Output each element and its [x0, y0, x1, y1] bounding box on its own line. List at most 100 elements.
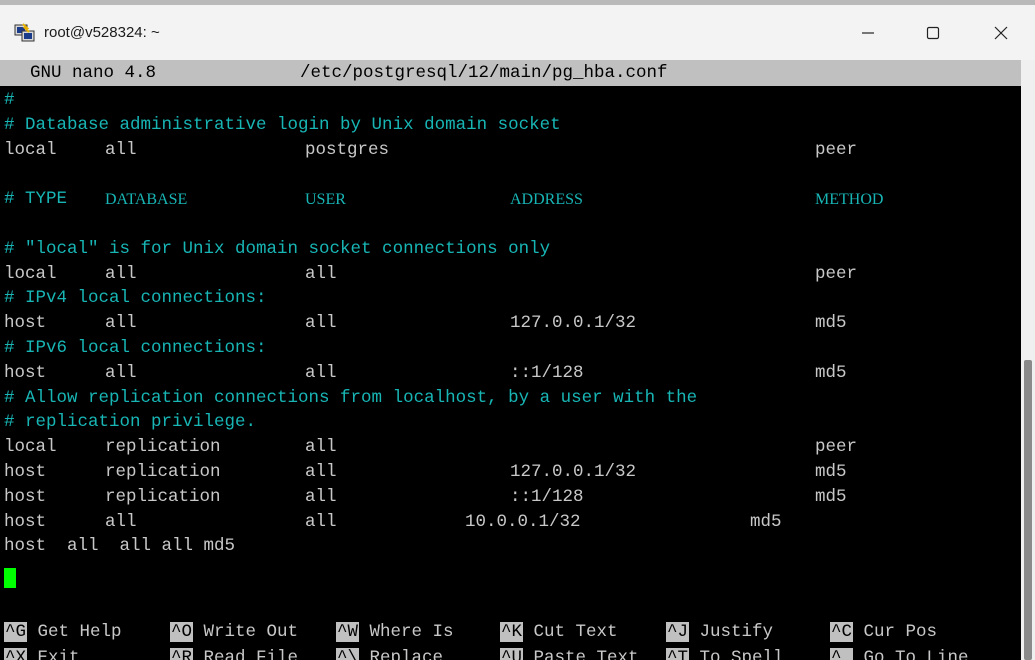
line-field: host: [4, 511, 47, 532]
text-cursor: [4, 568, 16, 588]
shortcut-label: To Spell: [689, 648, 784, 660]
line-field: 127.0.0.1/32: [510, 313, 637, 334]
shortcut-label: Replace: [359, 648, 444, 660]
comment-text: #: [4, 90, 15, 110]
line-field: host: [4, 486, 47, 507]
line-field: host: [4, 462, 47, 482]
shortcut-item[interactable]: ^X Exit: [4, 646, 80, 660]
line-field: ADDRESS: [510, 191, 583, 209]
shortcut-item[interactable]: ^_ Go To Line: [830, 646, 969, 660]
line-field: replication: [105, 486, 221, 507]
file-line: #: [0, 88, 1021, 112]
close-icon: [994, 26, 1008, 40]
file-line: host all all 127.0.0.1/32 md5: [0, 311, 1021, 335]
shortcut-key: ^O: [170, 622, 194, 642]
maximize-button[interactable]: [910, 16, 956, 50]
file-line: local all postgres peer: [0, 138, 1021, 162]
file-line: host all all all md5: [0, 534, 1021, 558]
file-line: # Allow replication connections from loc…: [0, 386, 1021, 410]
shortcut-key: ^X: [4, 648, 28, 660]
shortcut-label: Cut Text: [523, 622, 618, 642]
shortcut-key: ^K: [500, 622, 524, 642]
line-field: all: [305, 511, 337, 532]
file-line: # "local" is for Unix domain socket conn…: [0, 237, 1021, 261]
comment-text: # IPv4 local connections:: [4, 288, 267, 309]
vertical-scrollbar[interactable]: [1021, 60, 1035, 660]
line-field: peer: [815, 437, 858, 458]
line-field: host all all all md5: [4, 536, 236, 557]
file-line: [0, 212, 1021, 236]
shortcut-label: Exit: [27, 648, 80, 660]
line-field: all: [105, 263, 137, 284]
line-field: 127.0.0.1/32: [510, 462, 637, 482]
comment-text: # replication privilege.: [4, 412, 257, 433]
line-field: md5: [815, 462, 847, 482]
line-field: all: [105, 511, 137, 532]
line-field: replication: [105, 437, 221, 458]
line-field: md5: [815, 362, 847, 383]
shortcut-label: Justify: [689, 622, 774, 642]
file-line: local replication all peer: [0, 435, 1021, 459]
shortcut-item[interactable]: ^U Paste Text: [500, 646, 639, 660]
file-line: # Database administrative login by Unix …: [0, 113, 1021, 137]
line-field: all: [105, 313, 137, 334]
line-field: USER: [305, 191, 346, 209]
line-field: ::1/128: [510, 362, 584, 383]
shortcut-label: Read File: [193, 648, 299, 660]
file-line: # replication privilege.: [0, 410, 1021, 434]
shortcut-item[interactable]: ^K Cut Text: [500, 620, 618, 644]
shortcut-item[interactable]: ^T To Spell: [666, 646, 784, 660]
shortcut-item[interactable]: ^G Get Help: [4, 620, 122, 644]
file-line: host all all 10.0.0.1/32 md5: [0, 510, 1021, 534]
shortcut-label: Get Help: [27, 622, 122, 642]
line-field: local: [4, 437, 57, 458]
file-line: host replication all 127.0.0.1/32 md5: [0, 460, 1021, 484]
line-field: all: [105, 362, 137, 383]
file-line: # TYPE DATABASE USER ADDRESS METHOD: [0, 187, 1021, 211]
shortcut-item[interactable]: ^R Read File: [170, 646, 298, 660]
minimize-button[interactable]: [845, 16, 891, 50]
line-field: all: [105, 139, 137, 160]
shortcut-key: ^C: [830, 622, 854, 642]
shortcut-label: Go To Line: [853, 648, 969, 660]
line-field: DATABASE: [105, 191, 188, 209]
line-field: ::1/128: [510, 486, 584, 507]
line-field: all: [305, 362, 337, 383]
file-line: [0, 162, 1021, 186]
file-line: local all all peer: [0, 262, 1021, 286]
shortcut-key: ^R: [170, 648, 194, 660]
line-field: postgres: [305, 139, 390, 160]
shortcut-label: Where Is: [359, 622, 454, 642]
minimize-icon: [862, 32, 874, 34]
shortcut-item[interactable]: ^W Where Is: [336, 620, 454, 644]
line-field: md5: [815, 486, 847, 507]
file-line: # IPv6 local connections:: [0, 336, 1021, 360]
line-field: all: [305, 313, 337, 334]
shortcut-key: ^G: [4, 622, 28, 642]
scrollbar-thumb[interactable]: [1024, 360, 1032, 660]
nano-header-bar: GNU nano 4.8 /etc/postgresql/12/main/pg_…: [0, 60, 1021, 86]
close-button[interactable]: [978, 16, 1024, 50]
line-field: # TYPE: [4, 189, 68, 210]
line-field: local: [4, 263, 57, 284]
shortcut-key: ^_: [830, 648, 854, 660]
shortcut-key: ^J: [666, 622, 690, 642]
terminal-area[interactable]: GNU nano 4.8 /etc/postgresql/12/main/pg_…: [0, 60, 1021, 660]
comment-text: # Allow replication connections from loc…: [4, 387, 698, 408]
line-field: md5: [750, 511, 782, 532]
line-field: all: [305, 263, 337, 284]
maximize-icon: [926, 26, 940, 40]
putty-icon[interactable]: [14, 22, 36, 44]
shortcut-item[interactable]: ^\ Replace: [336, 646, 443, 660]
shortcut-item[interactable]: ^J Justify: [666, 620, 773, 644]
nano-filename: /etc/postgresql/12/main/pg_hba.conf: [300, 63, 668, 83]
line-field: replication: [105, 462, 221, 482]
file-line: host replication all::1/128 md5: [0, 485, 1021, 509]
shortcut-key: ^W: [336, 622, 360, 642]
line-field: peer: [815, 139, 858, 160]
shortcut-bar: ^G Get Help ^O Write Out ^W Where Is ^K Cut…: [0, 620, 1021, 660]
shortcut-item[interactable]: ^C Cur Pos: [830, 620, 937, 644]
shortcut-item[interactable]: ^O Write Out: [170, 620, 298, 644]
shortcut-key: ^\: [336, 648, 360, 660]
shortcut-key: ^T: [666, 648, 690, 660]
